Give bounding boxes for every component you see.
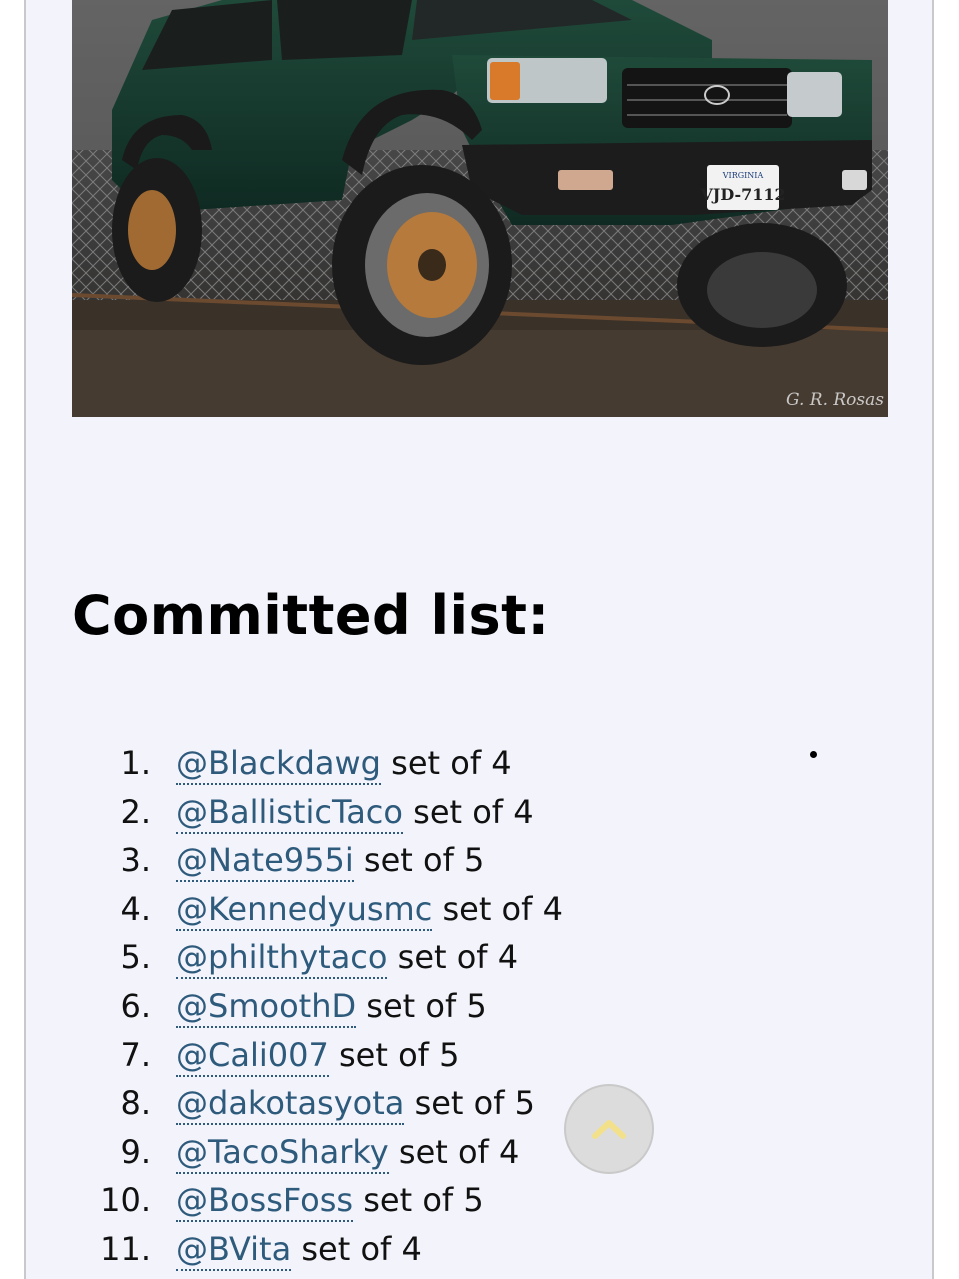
set-count-text: set of 4: [432, 889, 563, 928]
list-item-entry: @Kennedyusmc set of 4: [176, 885, 563, 933]
list-item-number: 7.: [120, 1035, 151, 1074]
set-count-text: set of 5: [356, 986, 487, 1025]
photo-watermark: G. R. Rosas: [786, 390, 884, 410]
set-count-text: set of 5: [353, 1181, 484, 1220]
list-item-entry: @Blackdawg set of 4: [176, 739, 512, 787]
list-item-entry: @BossFoss set of 5: [176, 1176, 484, 1224]
post-content: VIRGINIA VJD-7112 G. R. Rosas Committed …: [24, 0, 934, 1279]
list-item-number: 9.: [120, 1132, 151, 1171]
rear-left-wheel: [112, 158, 202, 302]
list-item-number: 1.: [120, 744, 151, 782]
list-item-number: 5.: [120, 938, 151, 977]
list-item-number: 2.: [120, 792, 151, 831]
list-item-entry: @BVita set of 4: [176, 1225, 422, 1273]
set-count-text: set of 4: [402, 792, 534, 831]
plate-number: VJD-7112: [699, 185, 785, 204]
list-item-number: 3.: [120, 841, 151, 880]
list-item-entry: @dakotasyota set of 5: [176, 1079, 535, 1127]
front-right-wheel: [677, 223, 847, 347]
list-item-entry: @BallisticTaco set of 4: [176, 788, 534, 836]
user-mention-link[interactable]: @Nate955i: [176, 841, 354, 883]
user-mention-link[interactable]: @SmoothD: [176, 986, 357, 1028]
user-mention-link[interactable]: @BVita: [176, 1229, 292, 1271]
list-item-entry: @philthytaco set of 4: [176, 933, 518, 981]
set-count-text: set of 4: [387, 938, 519, 977]
list-item-entry: @TacoSharky set of 4: [176, 1128, 519, 1176]
user-mention-link[interactable]: @Blackdawg: [176, 744, 381, 785]
plate-state: VIRGINIA: [722, 171, 764, 180]
set-count-text: set of 4: [380, 744, 512, 782]
committed-list-heading: Committed list:: [72, 584, 550, 647]
list-item-number: 4.: [120, 889, 151, 928]
user-mention-link[interactable]: @dakotasyota: [176, 1084, 405, 1126]
list-item-entry: @Cali007 set of 5: [176, 1031, 459, 1079]
set-count-text: set of 5: [353, 841, 485, 880]
user-mention-link[interactable]: @BallisticTaco: [176, 792, 403, 834]
chevron-up-icon: [592, 1120, 626, 1139]
list-item-entry: @SmoothD set of 5: [176, 982, 487, 1030]
list-item-entry: @Nate955i set of 5: [176, 836, 484, 884]
list-item-number: 10.: [100, 1181, 151, 1220]
list-item-number: 11.: [100, 1229, 151, 1268]
user-mention-link[interactable]: @philthytaco: [176, 938, 388, 980]
set-count-text: set of 5: [328, 1035, 460, 1074]
set-count-text: set of 4: [388, 1132, 520, 1171]
user-mention-link[interactable]: @Kennedyusmc: [176, 889, 433, 931]
set-count-text: set of 5: [404, 1084, 536, 1123]
list-item-number: 8.: [120, 1084, 151, 1123]
list-item-number: 6.: [120, 986, 151, 1025]
user-mention-link[interactable]: @Cali007: [176, 1035, 329, 1077]
front-left-wheel: [332, 165, 512, 365]
user-mention-link[interactable]: @TacoSharky: [176, 1132, 389, 1174]
stray-dot: [810, 751, 817, 758]
user-mention-link[interactable]: @BossFoss: [176, 1181, 354, 1223]
truck-illustration: VIRGINIA VJD-7112 G. R. Rosas: [72, 0, 888, 417]
truck-photo[interactable]: VIRGINIA VJD-7112 G. R. Rosas: [72, 0, 888, 417]
set-count-text: set of 4: [291, 1229, 422, 1268]
scroll-to-top-button[interactable]: [564, 1084, 654, 1174]
